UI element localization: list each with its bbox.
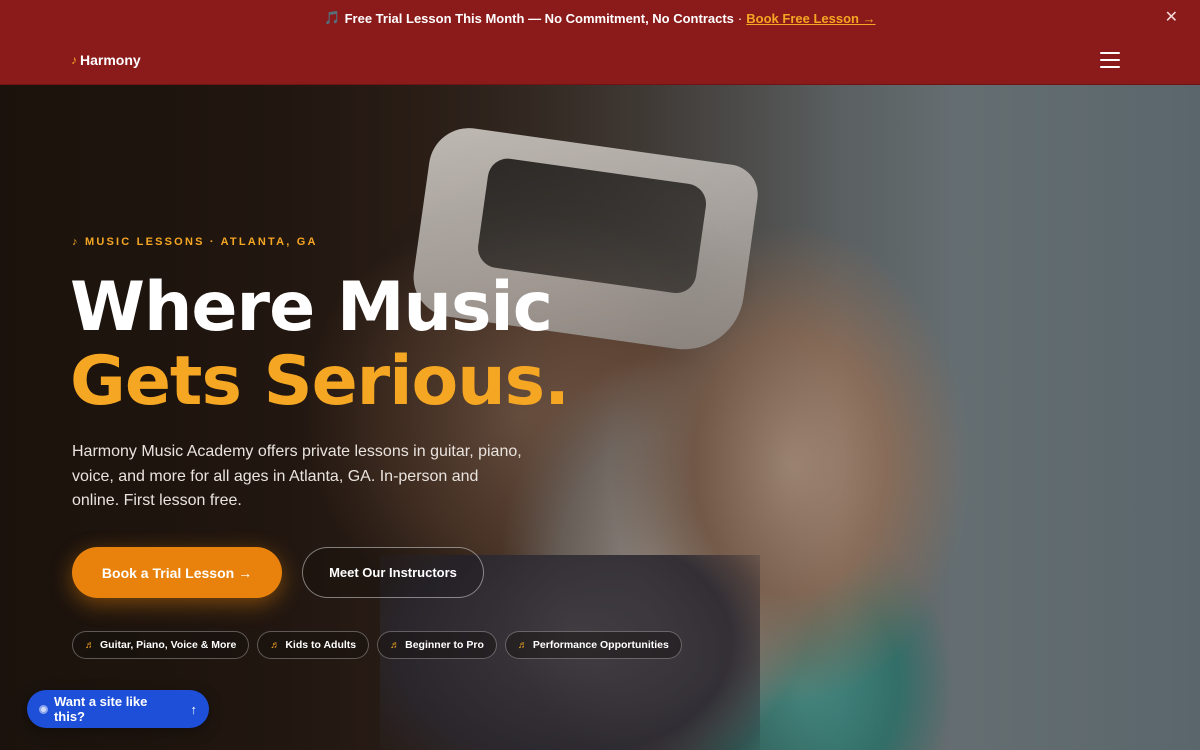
- meet-instructors-button[interactable]: Meet Our Instructors: [302, 547, 484, 598]
- logo-text: Harmony: [80, 52, 141, 68]
- music-note-icon: ♬: [270, 639, 281, 651]
- feature-tags: ♬ Guitar, Piano, Voice & More ♬ Kids to …: [72, 631, 682, 659]
- tag-label: Guitar, Piano, Voice & More: [100, 639, 237, 651]
- floating-cta-label: Want a site like this?: [53, 694, 148, 724]
- tag-instruments: ♬ Guitar, Piano, Voice & More: [72, 631, 250, 659]
- music-note-icon: 🎵: [324, 10, 341, 25]
- hero-title: Where Music Gets Serious.: [70, 268, 570, 421]
- want-site-like-this-button[interactable]: Want a site like this? ↑: [27, 690, 209, 728]
- tag-levels: ♬ Beginner to Pro: [377, 631, 497, 659]
- book-free-lesson-link[interactable]: Book Free Lesson →: [746, 11, 875, 26]
- banner-text: Free Trial Lesson This Month — No Commit…: [344, 10, 734, 26]
- book-trial-lesson-button[interactable]: Book a Trial Lesson →: [72, 547, 282, 598]
- hamburger-menu-icon[interactable]: [1100, 52, 1120, 68]
- music-note-icon: ♬: [390, 639, 401, 651]
- hero-section: ♪ MUSIC LESSONS · ATLANTA, GA Where Musi…: [0, 85, 1200, 750]
- tag-label: Beginner to Pro: [405, 639, 484, 651]
- music-note-icon: ♬: [85, 639, 95, 651]
- promo-banner: 🎵 Free Trial Lesson This Month — No Comm…: [0, 0, 1200, 36]
- hero-title-line-1: Where Music: [70, 268, 553, 347]
- close-icon[interactable]: ✕: [1165, 9, 1178, 27]
- tag-label: Kids to Adults: [285, 639, 357, 651]
- logo[interactable]: ♪ Harmony: [71, 52, 141, 68]
- hero-description: Harmony Music Academy offers private les…: [72, 443, 522, 509]
- arrow-up-icon: ↑: [190, 701, 198, 717]
- hero-eyebrow: ♪ MUSIC LESSONS · ATLANTA, GA: [72, 236, 318, 248]
- hero-title-line-2: Gets Serious.: [70, 342, 570, 421]
- tag-label: Performance Opportunities: [532, 639, 669, 651]
- logo-note-icon: ♪: [71, 53, 77, 67]
- music-note-icon: ♬: [517, 639, 528, 651]
- status-dot-icon: [39, 704, 48, 714]
- banner-separator: ·: [737, 10, 743, 26]
- tag-performance: ♬ Performance Opportunities: [504, 631, 682, 659]
- tag-ages: ♬ Kids to Adults: [257, 631, 370, 659]
- site-header: ♪ Harmony: [0, 36, 1200, 85]
